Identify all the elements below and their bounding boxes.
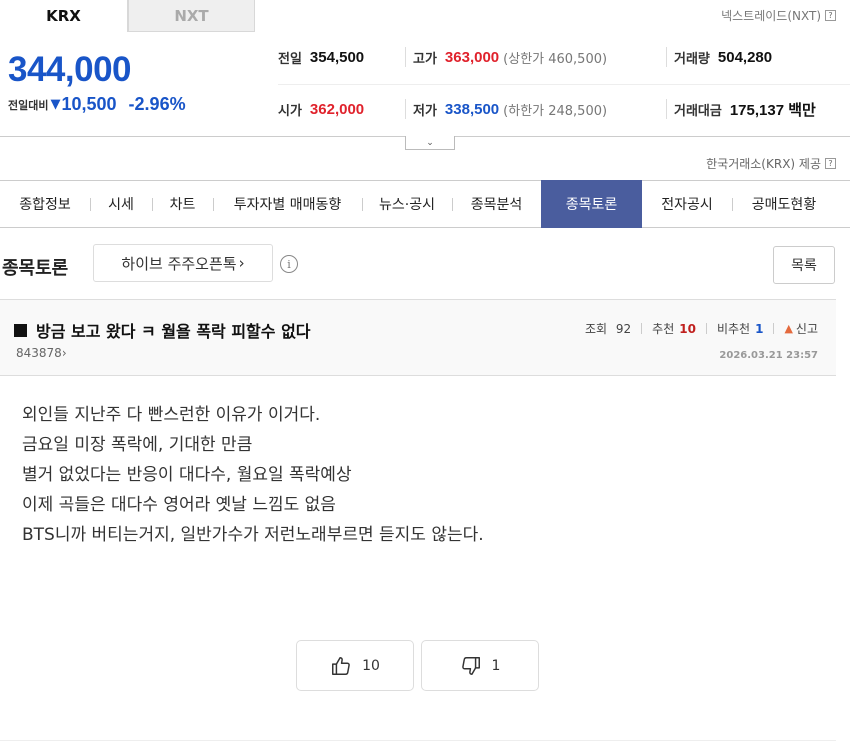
tab-quotes[interactable]: 시세 — [90, 180, 152, 228]
post-title-text: 방금 보고 왔다 ㅋ 월욜 폭락 피할수 없다 — [36, 322, 311, 341]
market-tabs: KRX NXT — [0, 0, 255, 32]
list-button[interactable]: 목록 — [773, 246, 835, 284]
current-price: 344,000 — [8, 50, 132, 89]
help-icon[interactable]: ? — [825, 10, 836, 21]
likes: 추천 10 — [652, 322, 696, 336]
post-line: 금요일 미장 폭락에, 기대한 만큼 — [22, 435, 253, 455]
tab-overview[interactable]: 종합정보 — [0, 180, 90, 228]
square-bullet-icon — [14, 323, 27, 337]
down-triangle-icon: ▼ — [50, 97, 61, 112]
post-line: 별거 없었다는 반응이 대다수, 월요일 폭락예상 — [22, 465, 352, 485]
opentalk-button[interactable]: 하이브 주주오픈톡 › — [93, 244, 273, 282]
post-header: 방금 보고 왔다 ㅋ 월욜 폭락 피할수 없다 843878› 조회 92 추천… — [0, 299, 836, 376]
post-author[interactable]: 843878› — [16, 346, 67, 360]
opentalk-label: 하이브 주주오픈톡 — [121, 254, 237, 273]
tab-investor-trading[interactable]: 투자자별 매매동향 — [213, 180, 362, 228]
stat-high: 고가 363,000 (상한가 460,500) — [413, 48, 608, 67]
stat-prev-close: 전일 354,500 — [278, 48, 365, 67]
like-button[interactable]: 10 — [296, 640, 414, 691]
price-change: 전일대비 ▼ 10,500 -2.96% — [8, 94, 186, 115]
board-title: 종목토론 — [2, 258, 69, 279]
stat-trade-value: 거래대금 175,137 백만 — [674, 101, 816, 119]
like-count: 10 — [362, 657, 380, 674]
tab-chart[interactable]: 차트 — [152, 180, 213, 228]
tab-analysis[interactable]: 종목분석 — [452, 180, 541, 228]
tab-krx[interactable]: KRX — [0, 0, 128, 32]
change-label: 전일대비 — [8, 98, 49, 112]
thumbs-up-icon — [332, 656, 350, 675]
stat-open: 시가 362,000 — [278, 100, 365, 119]
post-title: 방금 보고 왔다 ㅋ 월욜 폭락 피할수 없다 — [14, 318, 311, 342]
author-id: 843878 — [16, 346, 62, 360]
tab-disclosure[interactable]: 전자공시 — [642, 180, 732, 228]
change-percent: -2.96% — [128, 94, 186, 114]
source-label: 한국거래소(KRX) 제공 — [706, 157, 821, 171]
dislike-button[interactable]: 1 — [421, 640, 539, 691]
post-body: 외인들 지난주 다 빤스런한 이유가 이거다. 금요일 미장 폭락에, 기대한 … — [22, 400, 822, 550]
stat-volume: 거래량 504,280 — [674, 48, 773, 67]
board-header: 종목토론 하이브 주주오픈톡 › i 목록 — [0, 244, 850, 284]
chevron-right-icon: › — [61, 346, 67, 360]
tab-discussion[interactable]: 종목토론 — [541, 180, 642, 228]
stat-low: 저가 338,500 (하한가 248,500) — [413, 100, 608, 119]
chevron-right-icon: › — [238, 254, 245, 272]
nxt-link-label: 넥스트레이드(NXT) — [721, 9, 821, 23]
siren-icon: ▲ — [784, 322, 793, 335]
dislikes: 비추천 1 — [716, 322, 764, 336]
post-line: 외인들 지난주 다 빤스런한 이유가 이거다. — [22, 405, 321, 425]
thumbs-down-icon — [461, 656, 480, 675]
post-line: BTS니까 버티는거지, 일반가수가 저런노래부르면 듣지도 않는다. — [22, 525, 484, 545]
dislike-count: 1 — [491, 657, 501, 674]
tab-news[interactable]: 뉴스·공시 — [362, 180, 452, 228]
views: 조회 92 — [584, 322, 632, 336]
divider — [0, 740, 836, 741]
nxt-link[interactable]: 넥스트레이드(NXT) ? — [721, 7, 836, 24]
data-source: 한국거래소(KRX) 제공 ? — [706, 155, 836, 172]
post-meta: 조회 92 추천 10 비추천 1 ▲ 신고 — [585, 320, 818, 337]
info-icon[interactable]: i — [280, 255, 298, 273]
post-date: 2026.03.21 23:57 — [719, 350, 818, 361]
change-amount: 10,500 — [61, 94, 117, 114]
post-line: 이제 곡들은 대다수 영어라 옛날 느낌도 없음 — [22, 495, 336, 515]
tab-nxt[interactable]: NXT — [128, 0, 255, 32]
expand-button[interactable]: ⌄ — [405, 136, 455, 150]
stats-divider — [278, 84, 850, 85]
help-icon[interactable]: ? — [825, 158, 836, 169]
tab-short-selling[interactable]: 공매도현황 — [732, 180, 836, 228]
chevron-down-icon: ⌄ — [426, 137, 434, 148]
stock-nav: 종합정보 시세 차트 투자자별 매매동향 뉴스·공시 종목분석 종목토론 전자공… — [0, 180, 850, 228]
report-button[interactable]: ▲ 신고 — [784, 320, 818, 337]
